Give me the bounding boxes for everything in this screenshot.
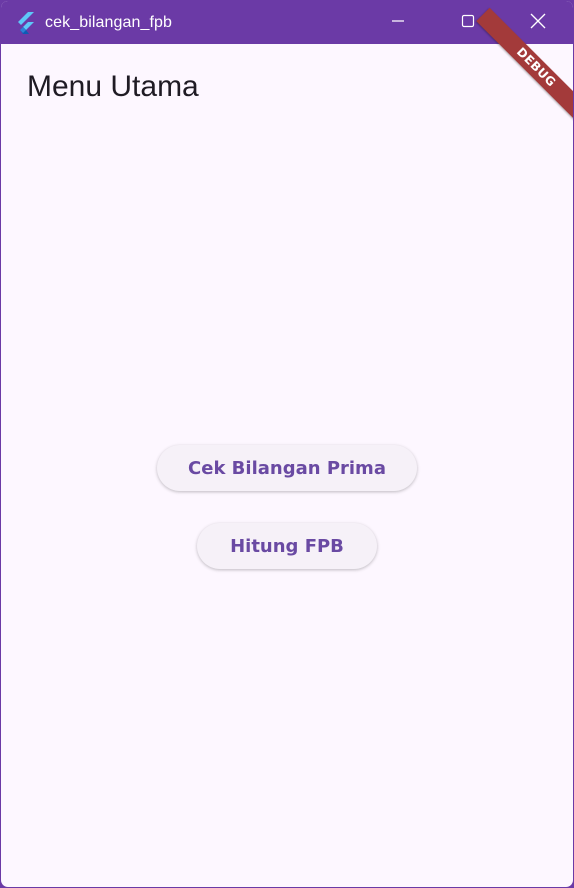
minimize-icon bbox=[391, 13, 405, 32]
cek-bilangan-prima-button[interactable]: Cek Bilangan Prima bbox=[157, 445, 417, 491]
window-title: cek_bilangan_fpb bbox=[45, 13, 173, 31]
app-content: Menu Utama Cek Bilangan Prima Hitung FPB… bbox=[1, 7, 573, 887]
maximize-icon bbox=[461, 13, 475, 32]
page-title: Menu Utama bbox=[27, 70, 199, 103]
app-window: cek_bilangan_fpb Menu Utama Cek Bilangan… bbox=[0, 0, 574, 888]
window-controls bbox=[363, 1, 573, 44]
flutter-logo-icon bbox=[15, 11, 37, 34]
close-icon bbox=[530, 13, 546, 33]
minimize-button[interactable] bbox=[363, 1, 433, 44]
hitung-fpb-button[interactable]: Hitung FPB bbox=[197, 523, 377, 569]
